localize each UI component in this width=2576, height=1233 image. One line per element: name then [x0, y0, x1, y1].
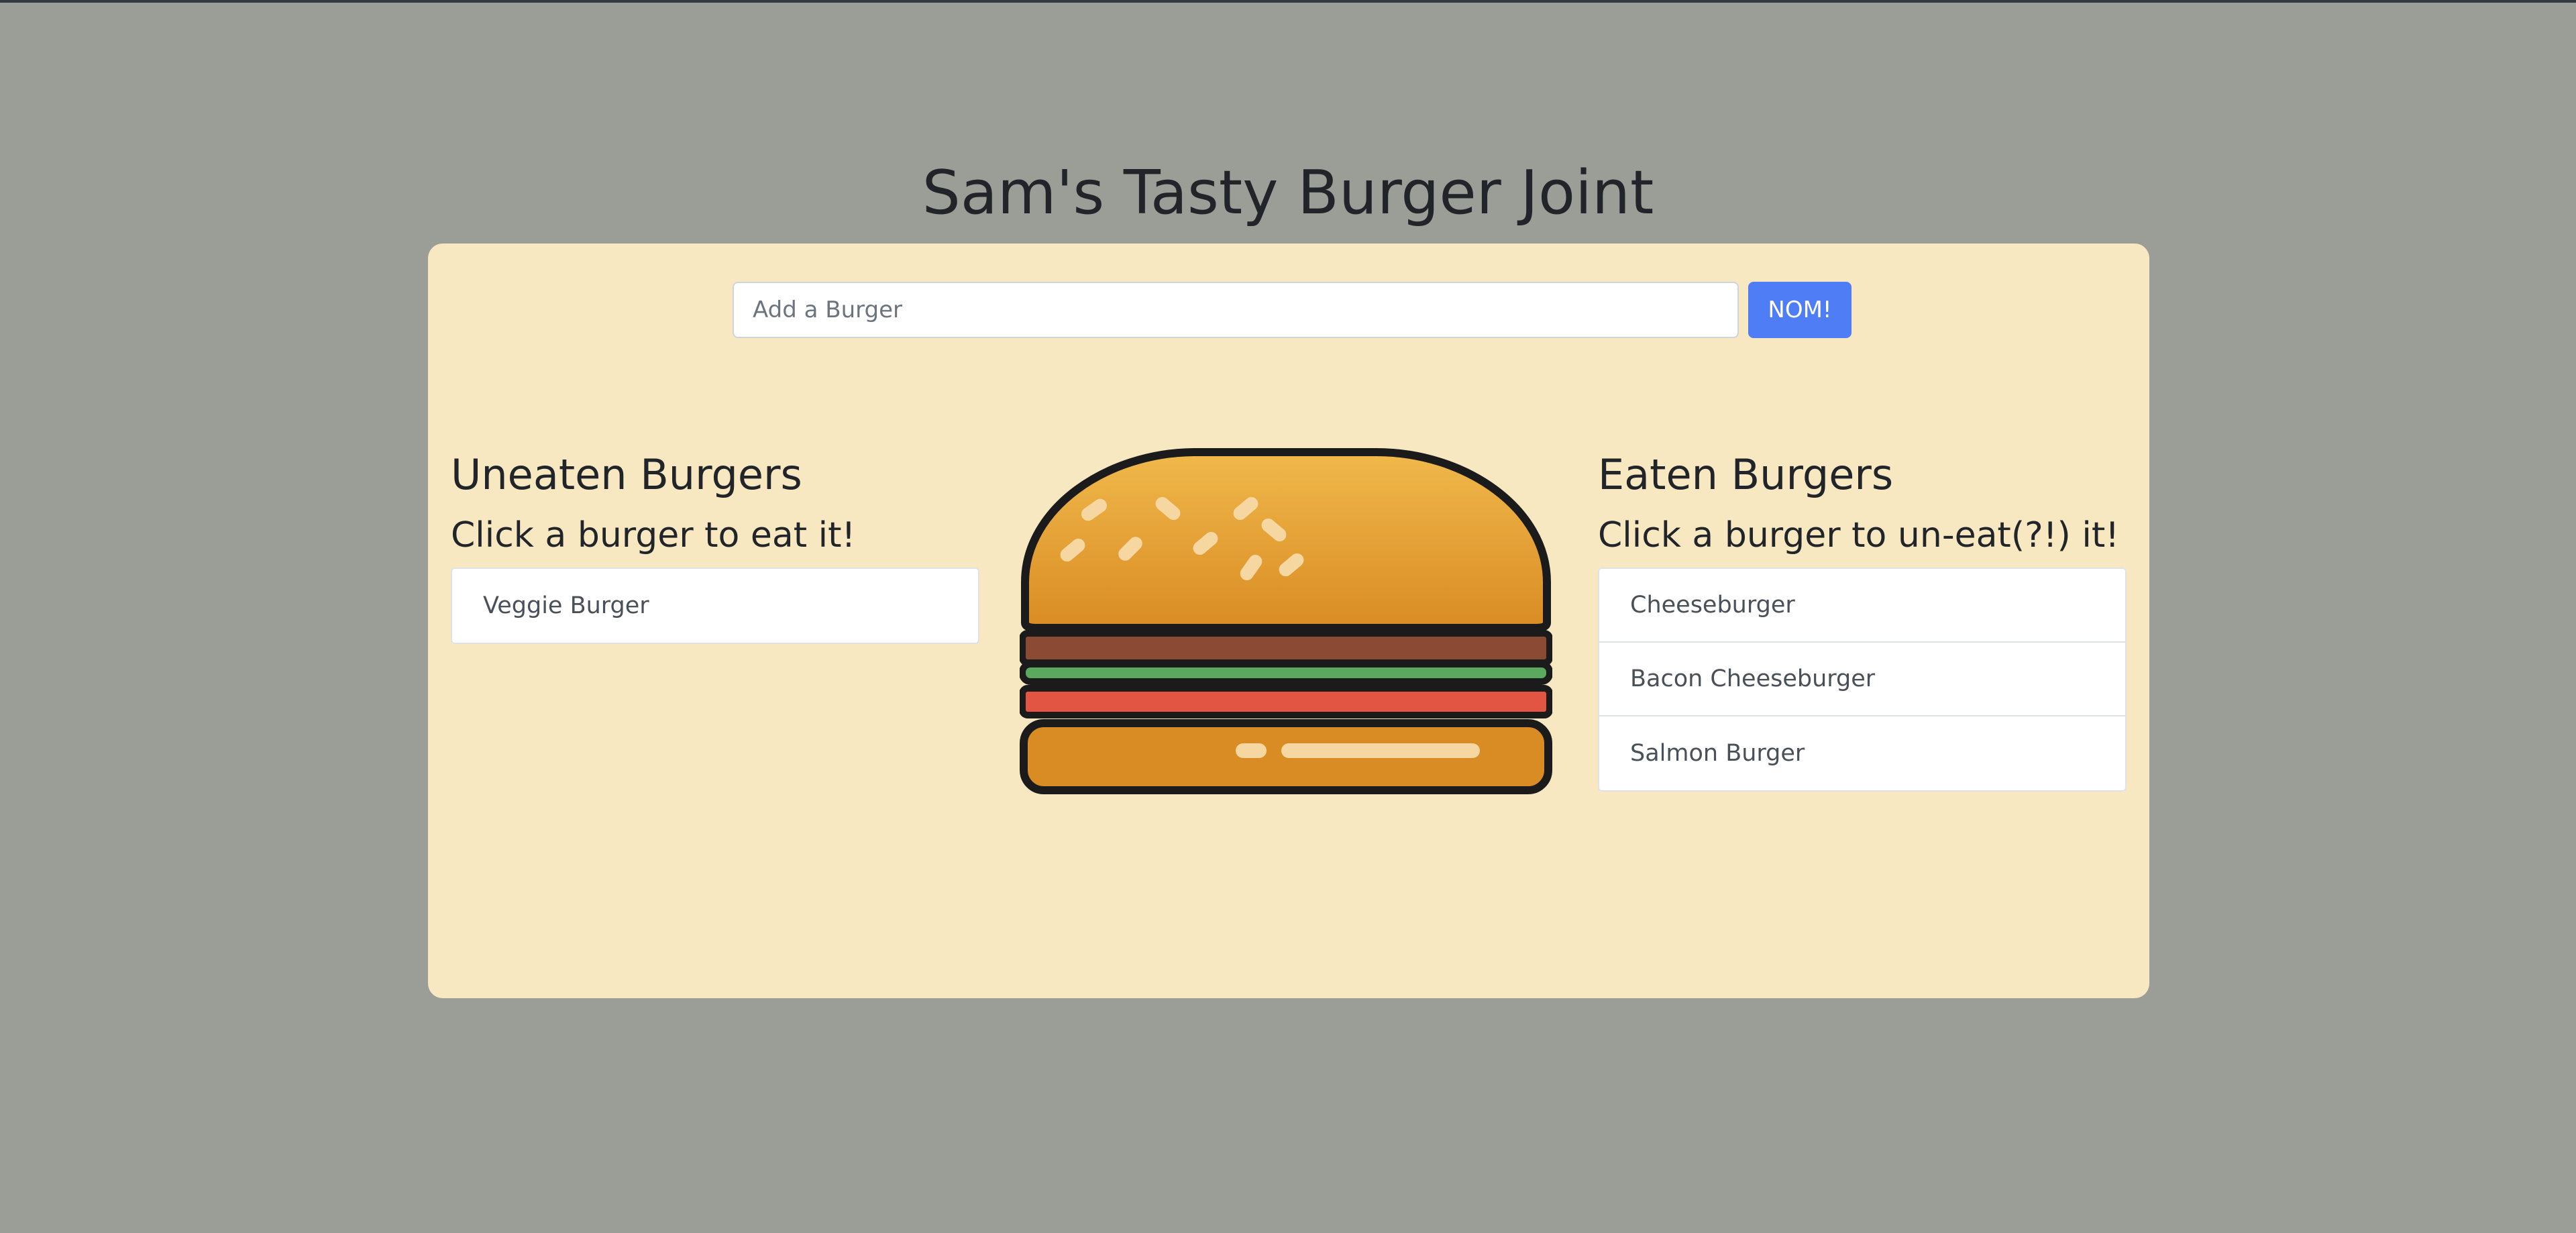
tomato	[1020, 685, 1552, 718]
add-burger-input[interactable]	[733, 282, 1739, 338]
bun-highlight-small	[1236, 743, 1267, 758]
lettuce	[1020, 661, 1552, 685]
uneaten-burger-item[interactable]: Veggie Burger	[452, 569, 978, 643]
eaten-burger-item[interactable]: Bacon Cheeseburger	[1599, 643, 2125, 716]
eaten-burger-item[interactable]: Cheeseburger	[1599, 569, 2125, 643]
patty	[1020, 630, 1552, 666]
eaten-subheading: Click a burger to un-eat(?!) it!	[1598, 515, 2120, 555]
nom-submit-button[interactable]: NOM!	[1748, 282, 1851, 338]
top-bun	[1021, 448, 1551, 632]
eaten-burger-item[interactable]: Salmon Burger	[1599, 716, 2125, 790]
burger-illustration-icon	[1020, 448, 1552, 794]
eaten-burger-list: Cheeseburger Bacon Cheeseburger Salmon B…	[1598, 568, 2127, 792]
bun-highlight-long	[1281, 743, 1480, 758]
uneaten-burger-list: Veggie Burger	[451, 568, 979, 644]
eaten-heading: Eaten Burgers	[1598, 450, 1894, 499]
uneaten-subheading: Click a burger to eat it!	[451, 515, 856, 555]
top-border	[0, 0, 2576, 3]
uneaten-heading: Uneaten Burgers	[451, 450, 802, 499]
page-title: Sam's Tasty Burger Joint	[922, 158, 1654, 228]
